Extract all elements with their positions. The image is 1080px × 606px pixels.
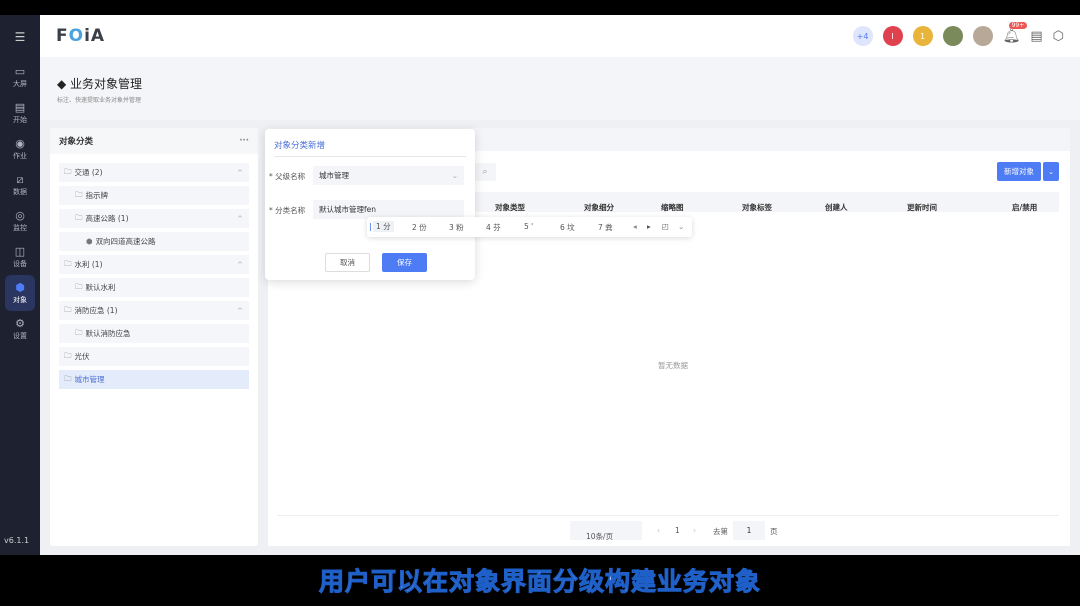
monitor-icon: ▭ — [14, 64, 26, 78]
tree-item[interactable]: 🗀︎ 交通 (2) ^ — [59, 163, 249, 182]
next-page-button[interactable]: › — [693, 526, 696, 535]
category-panel: 对象分类 ··· 🗀︎ 交通 (2) ^ 🗀︎ 指示牌 🗀︎ 高速公路 (1) ^ ⬢ 双向四道高速… — [50, 128, 258, 546]
ime-candidate[interactable]: 7 粪 — [598, 222, 613, 233]
version-label: v6.1.1 — [4, 536, 30, 545]
category-name-label: * 分类名称 — [269, 206, 306, 215]
folder-icon: 🗀︎ — [75, 282, 83, 291]
tree-item[interactable]: 🗀︎ 指示牌 — [59, 186, 249, 205]
dialog-title: 对象分类新增 — [274, 141, 326, 151]
cube-icon: ⬢ — [86, 237, 93, 246]
goto-label: 去第 — [713, 527, 728, 536]
cube-icon[interactable]: ⬡ — [1053, 29, 1064, 44]
new-object-button[interactable]: 新增对象 — [997, 162, 1041, 181]
app-window: ☰ ▭ 大屏 ▤ 开始 ◉ 作业 ⧄ 数据 ◎ 监控 ◫ 设备 ⬢ 对象 ⚙ 设置 v6.1.1 FOiA +… — [0, 15, 1080, 555]
tree-item[interactable]: ⬢ 双向四道高速公路 — [59, 232, 249, 251]
ime-candidate-bar: | ◂ ▸ ◰ ⌄ 1 分2 份3 粉4 芬5 ' 6 坟7 粪 — [367, 217, 692, 237]
top-bar: FOiA +4 I 1 🔔︎ 99+ ▤ ⬡ — [40, 15, 1080, 57]
pagination: 10条/页 ⌄ ‹ 1 › 去第 1 页 — [277, 515, 1059, 546]
bell-icon[interactable]: 🔔︎ 99+ — [1003, 22, 1028, 44]
ime-candidate[interactable]: 5 ' — [524, 222, 533, 231]
ime-candidate[interactable]: 2 份 — [412, 222, 427, 233]
add-category-dialog: 对象分类新增 * 父级名称 城市管理 ⌄ * 分类名称 默认城市管理fen 取消 … — [265, 129, 475, 280]
collapse-icon[interactable]: ^ — [237, 169, 243, 177]
settings-icon: ⚙ — [15, 316, 25, 330]
parent-name-select[interactable]: 城市管理 ⌄ — [313, 166, 464, 185]
save-button[interactable]: 保存 — [382, 253, 427, 272]
cancel-button[interactable]: 取消 — [325, 253, 370, 272]
tree-item[interactable]: 🗀︎ 城市管理 — [59, 370, 249, 389]
ime-candidate[interactable]: 4 芬 — [486, 222, 501, 233]
sidebar-item-1[interactable]: ▤ 开始 — [0, 95, 40, 131]
sidebar-item-7[interactable]: ⚙ 设置 — [0, 311, 40, 347]
cube-icon: ⬢ — [15, 280, 25, 294]
tree-item[interactable]: 🗀︎ 光伏 — [59, 347, 249, 366]
more-icon[interactable]: ··· — [239, 136, 249, 146]
page-subtitle: 标注、快速提取业务对象并管理 — [57, 97, 142, 104]
tree-item[interactable]: 🗀︎ 默认水利 — [59, 278, 249, 297]
chevron-down-icon[interactable]: ⌄ — [678, 222, 684, 231]
panel-title: 对象分类 — [59, 137, 94, 147]
sidebar-item-0[interactable]: ▭ 大屏 — [0, 59, 40, 95]
chevron-down-icon[interactable]: ⌄ — [1043, 162, 1059, 181]
sidebar-item-4[interactable]: ◎ 监控 — [0, 203, 40, 239]
collapse-icon[interactable]: ^ — [237, 307, 243, 315]
parent-name-label: * 父级名称 — [269, 172, 306, 181]
folder-icon: 🗀︎ — [64, 351, 72, 360]
menu-icon[interactable]: ☰ — [0, 15, 40, 59]
eye-icon: ◎ — [15, 208, 25, 222]
avatar[interactable]: 1 — [912, 26, 933, 46]
collapse-icon[interactable]: ^ — [237, 261, 243, 269]
notification-badge: 99+ — [1008, 22, 1028, 29]
folder-icon: 🗀︎ — [75, 328, 83, 337]
folder-icon: 🗀︎ — [75, 213, 83, 222]
navigate-icon: ◉ — [15, 136, 25, 150]
folder-icon: 🗀︎ — [64, 374, 72, 383]
avatar[interactable] — [972, 26, 993, 46]
ime-candidate[interactable]: 1 分 — [373, 221, 394, 232]
folder-icon: 🗀︎ — [64, 167, 72, 176]
page-header: ◆ 业务对象管理 标注、快速提取业务对象并管理 — [40, 57, 1080, 120]
page-size-select[interactable]: 10条/页 ⌄ — [570, 521, 642, 541]
filter-icon[interactable]: ▽ — [1012, 202, 1018, 211]
collapse-icon[interactable]: ^ — [237, 215, 243, 223]
sidebar-item-5[interactable]: ◫ 设备 — [0, 239, 40, 275]
folder-icon: 🗀︎ — [64, 305, 72, 314]
sidebar-item-2[interactable]: ◉ 作业 — [0, 131, 40, 167]
ime-settings-icon[interactable]: ◰ — [662, 222, 669, 231]
ime-candidate[interactable]: 3 粉 — [449, 222, 464, 233]
chevron-down-icon: ⌄ — [451, 171, 458, 180]
avatar[interactable] — [942, 26, 963, 46]
sidebar: ☰ ▭ 大屏 ▤ 开始 ◉ 作业 ⧄ 数据 ◎ 监控 ◫ 设备 ⬢ 对象 ⚙ 设置 v6.1.1 — [0, 15, 40, 555]
next-icon[interactable]: ▸ — [647, 222, 651, 231]
tree-item[interactable]: 🗀︎ 默认消防应急 — [59, 324, 249, 343]
filter-icon[interactable]: ▽ — [742, 202, 748, 211]
avatar[interactable]: I — [882, 26, 903, 46]
device-icon: ◫ — [14, 244, 26, 258]
ime-candidate[interactable]: 6 坟 — [560, 222, 575, 233]
empty-state: 暂无数据 — [658, 361, 688, 370]
list-icon: ▤ — [14, 100, 26, 114]
folder-icon: 🗀︎ — [75, 190, 83, 199]
page-number[interactable]: 1 — [675, 526, 680, 535]
folder-icon: 🗀︎ — [64, 259, 72, 268]
document-icon[interactable]: ▤ — [1030, 29, 1042, 44]
prev-page-button[interactable]: ‹ — [657, 526, 660, 535]
search-icon[interactable]: ⌕ — [474, 163, 496, 181]
filter-icon[interactable]: ▽ — [907, 202, 913, 211]
page-suffix: 页 — [770, 527, 778, 536]
tree-item[interactable]: 🗀︎ 消防应急 (1) ^ — [59, 301, 249, 320]
sidebar-item-6[interactable]: ⬢ 对象 — [5, 275, 35, 311]
page-title: ◆ 业务对象管理 — [57, 77, 143, 91]
filter-icon[interactable]: ▽ — [495, 202, 501, 211]
sidebar-item-3[interactable]: ⧄ 数据 — [0, 167, 40, 203]
prev-icon[interactable]: ◂ — [633, 222, 637, 231]
tree-item[interactable]: 🗀︎ 水利 (1) ^ — [59, 255, 249, 274]
video-subtitle: 用户可以在对象界面分级构建业务对象 — [318, 567, 761, 597]
more-users-avatar[interactable]: +4 — [852, 26, 873, 46]
goto-page-input[interactable]: 1 — [733, 521, 765, 540]
cube-icon: ◆ — [57, 77, 71, 91]
logo: FOiA — [56, 26, 106, 46]
chart-icon: ⧄ — [16, 172, 24, 186]
tree-item[interactable]: 🗀︎ 高速公路 (1) ^ — [59, 209, 249, 228]
